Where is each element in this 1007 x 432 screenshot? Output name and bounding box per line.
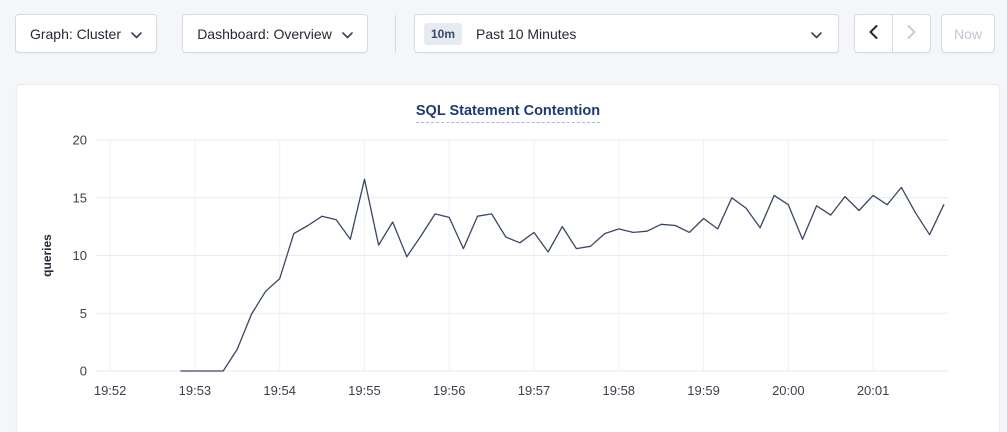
y-tick-label: 5 bbox=[80, 306, 87, 321]
x-tick-label: 20:00 bbox=[772, 383, 805, 398]
graph-dropdown-label: Graph: Cluster bbox=[30, 26, 121, 42]
time-back-button[interactable] bbox=[855, 15, 893, 52]
x-tick-label: 19:58 bbox=[603, 383, 636, 398]
chevron-left-icon bbox=[869, 25, 878, 42]
chevron-down-icon bbox=[342, 26, 353, 42]
time-step-buttons bbox=[854, 14, 931, 53]
now-button[interactable]: Now bbox=[941, 14, 995, 53]
chevron-right-icon bbox=[907, 25, 916, 42]
time-range-dropdown[interactable]: 10m Past 10 Minutes bbox=[414, 14, 839, 53]
time-forward-button[interactable] bbox=[893, 15, 931, 52]
chevron-down-icon bbox=[811, 26, 822, 42]
x-tick-label: 19:53 bbox=[179, 383, 212, 398]
x-tick-label: 19:59 bbox=[687, 383, 720, 398]
x-tick-label: 19:56 bbox=[433, 383, 466, 398]
x-tick-label: 19:55 bbox=[348, 383, 381, 398]
y-axis-label: queries bbox=[40, 234, 54, 277]
x-tick-label: 19:52 bbox=[94, 383, 127, 398]
dashboard-dropdown-label: Dashboard: Overview bbox=[197, 26, 332, 42]
x-tick-label: 19:57 bbox=[518, 383, 551, 398]
graph-dropdown[interactable]: Graph: Cluster bbox=[15, 14, 157, 53]
now-button-label: Now bbox=[954, 26, 982, 42]
time-range-badge: 10m bbox=[424, 23, 462, 45]
y-tick-label: 15 bbox=[73, 190, 87, 205]
y-tick-label: 10 bbox=[73, 248, 87, 263]
y-tick-label: 20 bbox=[73, 133, 87, 148]
x-tick-label: 20:01 bbox=[857, 383, 890, 398]
contention-chart[interactable]: 19:52 19:53 19:54 19:55 19:56 19:57 19:58 19:59… bbox=[17, 85, 1001, 432]
header-divider bbox=[395, 15, 396, 53]
y-tick-label: 0 bbox=[80, 364, 87, 379]
chevron-down-icon bbox=[131, 26, 142, 42]
chart-card: 19:52 19:53 19:54 19:55 19:56 19:57 19:58 19:59… bbox=[16, 84, 1000, 432]
time-range-label: Past 10 Minutes bbox=[476, 26, 811, 42]
dashboard-dropdown[interactable]: Dashboard: Overview bbox=[182, 14, 368, 53]
x-tick-label: 19:54 bbox=[263, 383, 296, 398]
series-line-queries bbox=[181, 179, 944, 371]
